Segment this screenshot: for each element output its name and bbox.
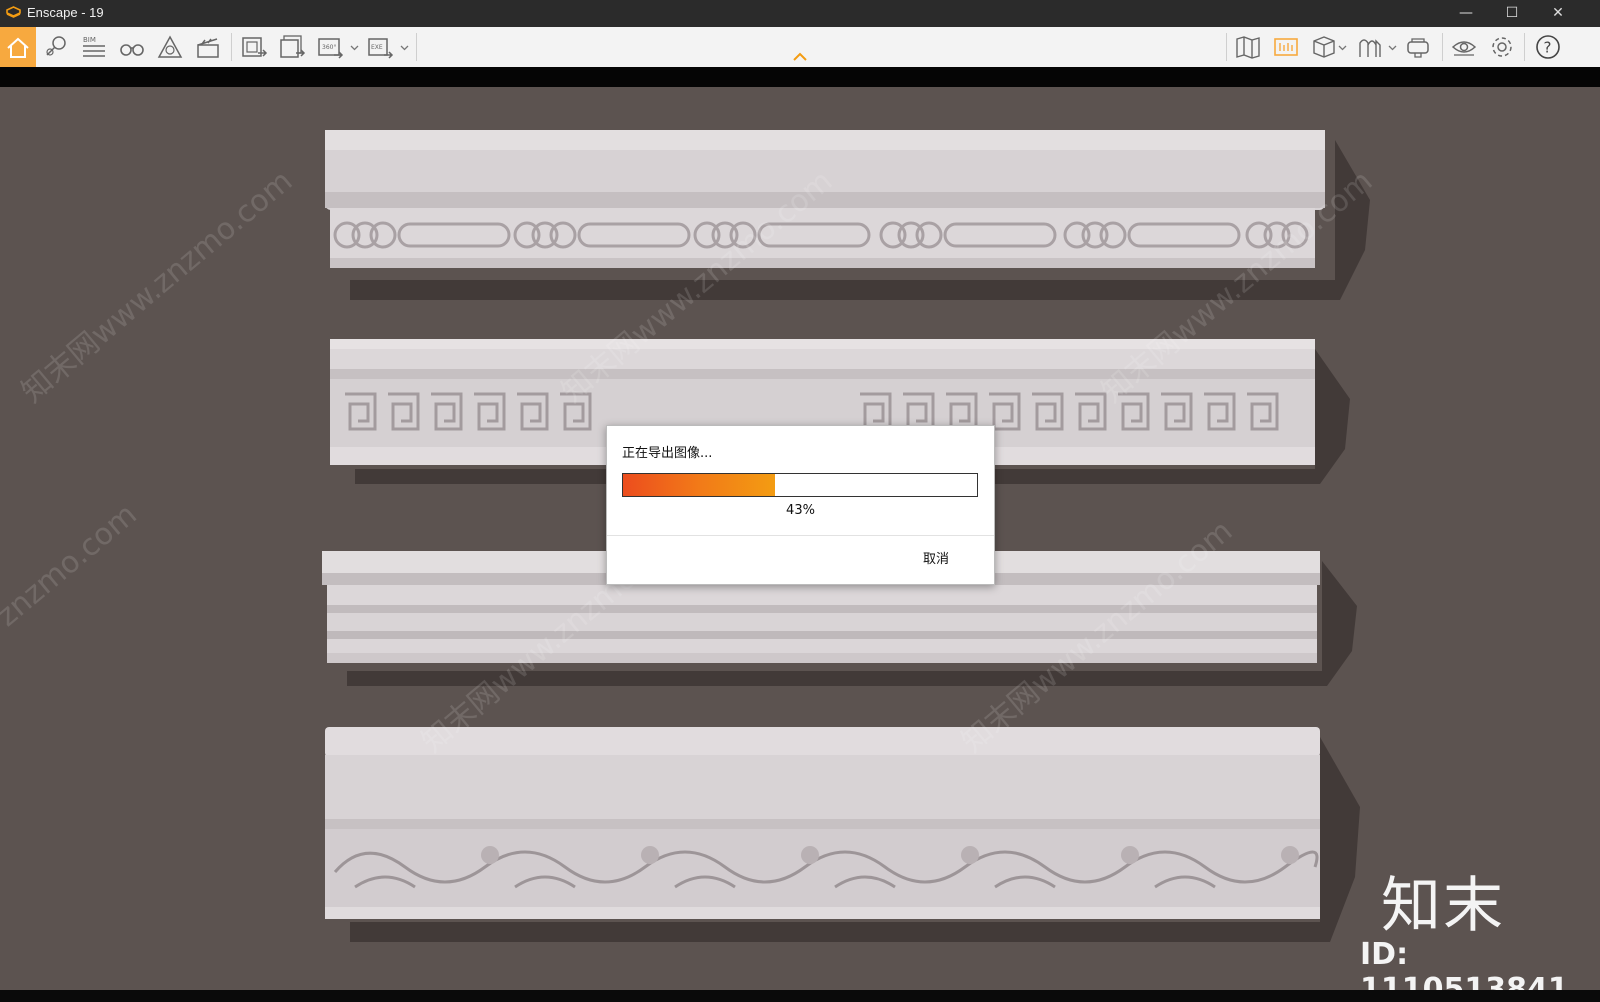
batch-render-button[interactable] (278, 33, 306, 61)
exe-export-icon: EXE (368, 38, 394, 59)
360-panorama-icon: 360° (318, 38, 344, 59)
dialog-title: 正在导出图像... (622, 446, 713, 461)
visual-settings-icon (1451, 41, 1477, 56)
toolbar-separator (1524, 33, 1525, 61)
toolbar-separator (231, 33, 232, 61)
visual-settings-button[interactable] (1450, 33, 1478, 61)
viewport-top-band (0, 67, 1600, 87)
sun-position-button[interactable] (1356, 33, 1384, 61)
batch-render-icon (280, 35, 306, 58)
crown-molding-floral-carving (325, 727, 1385, 957)
watermark-text: 知末网www.znzmo.com (15, 163, 300, 410)
close-button[interactable]: ✕ (1535, 0, 1581, 27)
toolbar-separator (1226, 33, 1227, 61)
help-label: ? (1544, 39, 1552, 57)
title-bar: Enscape - 19 — ☐ ✕ (0, 0, 1600, 27)
collapse-toolbar-icon[interactable] (792, 52, 808, 62)
video-editor-button[interactable] (194, 33, 222, 61)
screenshot-export-icon (242, 37, 268, 57)
bim-label: BIM (83, 36, 96, 44)
map-icon (1236, 36, 1260, 59)
asset-library-button[interactable] (42, 33, 70, 61)
atmosphere-icon (157, 35, 183, 58)
crown-molding-circle-pattern (325, 130, 1385, 300)
enscape-logo-icon (6, 6, 21, 18)
watermark-brand: 知末 (1381, 871, 1505, 941)
help-icon: ? (1536, 35, 1560, 59)
binoculars-icon (120, 44, 144, 56)
view-cube-icon (1313, 36, 1335, 58)
dialog-divider (607, 535, 994, 536)
settings-button[interactable] (1488, 33, 1516, 61)
minimize-button[interactable]: — (1443, 0, 1489, 27)
maximize-button[interactable]: ☐ (1489, 0, 1535, 27)
chevron-down-icon[interactable] (400, 43, 409, 52)
chevron-down-icon[interactable] (1338, 43, 1347, 52)
help-button[interactable]: ? (1534, 33, 1562, 61)
pano-label: 360° (322, 44, 336, 51)
window-title: Enscape - 19 (27, 5, 104, 20)
binoculars-button[interactable] (118, 33, 146, 61)
export-progress-bar (622, 473, 978, 497)
viewport-bottom-band (0, 990, 1600, 1002)
watermark-text: znzmo.com (0, 496, 144, 634)
exe-label: EXE (371, 44, 383, 51)
bim-icon: BIM (83, 36, 105, 57)
clapperboard-icon (197, 38, 219, 58)
chevron-down-icon[interactable] (350, 43, 359, 52)
screenshot-button[interactable] (240, 33, 268, 61)
progress-fill (623, 474, 776, 496)
toolbar-separator (1442, 33, 1443, 61)
progress-percent-text: 43% (786, 503, 815, 518)
watermark-id: ID: 1110513841 (1360, 937, 1569, 990)
view-cube-button[interactable] (1310, 33, 1338, 61)
panorama-button[interactable]: 360° (316, 33, 344, 61)
orthographic-view-button[interactable] (1272, 33, 1300, 61)
map-button[interactable] (1234, 33, 1262, 61)
home-button[interactable] (0, 27, 36, 67)
atmosphere-button[interactable] (156, 33, 184, 61)
bim-button[interactable]: BIM (80, 33, 108, 61)
export-progress-dialog: 正在导出图像... 43% 取消 (606, 425, 995, 585)
cancel-button[interactable]: 取消 (912, 549, 960, 571)
settings-gear-icon (1492, 37, 1512, 57)
sun-position-icon (1359, 39, 1381, 57)
asset-library-icon (46, 36, 66, 56)
vr-headset-button[interactable] (1404, 33, 1432, 61)
orthographic-view-icon (1274, 38, 1298, 56)
toolbar-separator (416, 33, 417, 61)
chevron-down-icon[interactable] (1388, 43, 1397, 52)
exe-export-button[interactable]: EXE (366, 33, 394, 61)
vr-headset-icon (1407, 38, 1429, 58)
home-icon (7, 37, 29, 58)
